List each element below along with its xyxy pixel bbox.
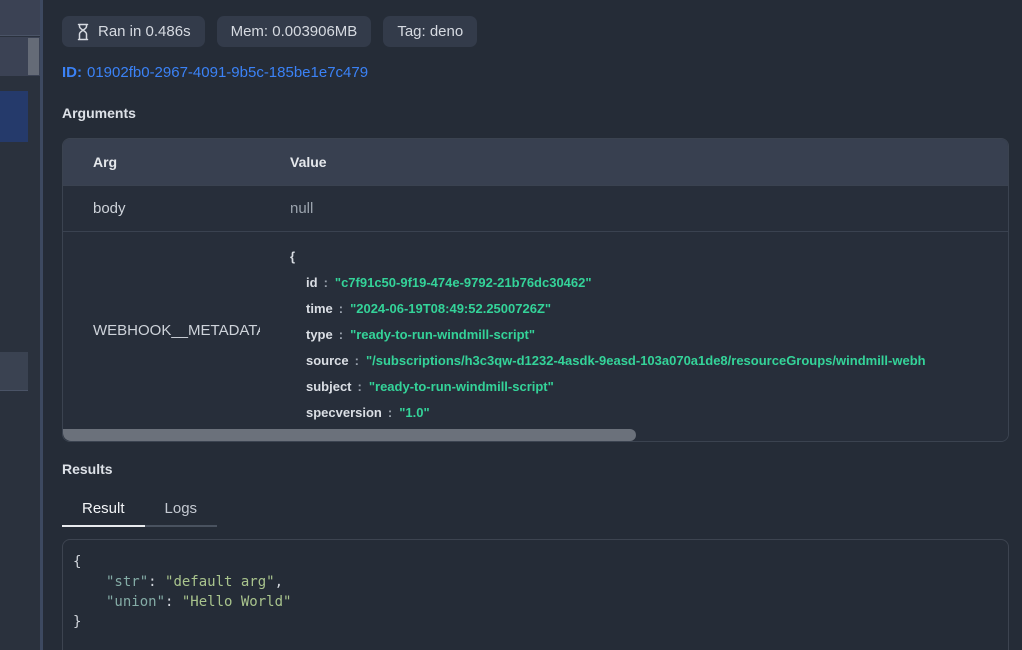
json-key: source <box>306 353 349 368</box>
background-scrollbar-thumb[interactable] <box>28 38 39 75</box>
json-colon: : <box>333 327 350 342</box>
brace-glyph: } <box>73 614 81 630</box>
result-entry-line: "union": "Hello World" <box>73 592 998 612</box>
results-section-title: Results <box>62 461 1009 477</box>
arg-name-body: body <box>63 186 260 231</box>
arguments-table: Arg Value body null WEBHOOK__METADATA__ … <box>62 138 1009 442</box>
json-entry-line: id:"c7f91c50-9f19-474e-9792-21b76dc30462… <box>290 270 1008 296</box>
result-json-comma: , <box>275 574 283 590</box>
tab-logs[interactable]: Logs <box>145 494 218 527</box>
table-scrollbar-thumb[interactable] <box>63 429 636 441</box>
webhook-metadata-json-viewer: {id:"c7f91c50-9f19-474e-9792-21b76dc3046… <box>260 232 1008 429</box>
stat-badge: Tag: deno <box>383 16 477 47</box>
json-key: specversion <box>306 405 382 420</box>
result-json-key: "str" <box>106 574 148 590</box>
json-key: id <box>306 275 318 290</box>
brace-glyph: { <box>290 249 295 264</box>
json-entry-line: type:"ready-to-run-windmill-script" <box>290 322 1008 348</box>
result-json-colon: : <box>165 594 182 610</box>
result-json-string: "default arg" <box>165 574 275 590</box>
json-colon: : <box>349 353 366 368</box>
result-open-brace: { <box>73 552 998 572</box>
job-id-value[interactable]: 01902fb0-2967-4091-9b5c-185be1e7c479 <box>87 64 368 81</box>
results-tabs: ResultLogs <box>62 494 1009 527</box>
table-horizontal-scrollbar[interactable] <box>63 429 1008 441</box>
badge-label: Ran in 0.486s <box>98 23 191 40</box>
json-string-value: "1.0" <box>399 405 429 420</box>
arg-value-null: null <box>260 186 1008 231</box>
result-close-brace: } <box>73 612 998 632</box>
json-string-value: "/subscriptions/h3c3qw-d1232-4asdk-9easd… <box>366 353 926 368</box>
badge-label: Tag: deno <box>397 23 463 40</box>
arguments-section-title: Arguments <box>62 105 1009 121</box>
json-entry-line: subject:"ready-to-run-windmill-script" <box>290 374 1008 400</box>
column-header-arg: Arg <box>63 139 260 185</box>
job-id-label: ID: <box>62 64 82 81</box>
hourglass-icon <box>76 23 90 41</box>
brace-glyph: { <box>73 554 81 570</box>
table-row-webhook-metadata: WEBHOOK__METADATA__ {id:"c7f91c50-9f19-4… <box>63 231 1008 429</box>
json-open-brace: { <box>290 244 1008 270</box>
json-key: subject <box>306 379 352 394</box>
result-json-string: "Hello World" <box>182 594 292 610</box>
result-json-colon: : <box>148 574 165 590</box>
json-string-value: "2024-06-19T08:49:52.2500726Z" <box>350 301 551 316</box>
json-key: type <box>306 327 333 342</box>
json-colon: : <box>352 379 369 394</box>
json-entry-line: source:"/subscriptions/h3c3qw-d1232-4asd… <box>290 348 1008 374</box>
background-toolbar-fragment <box>0 0 40 36</box>
column-header-value: Value <box>260 139 1008 185</box>
background-node-fragment <box>0 37 40 76</box>
json-entry-line: time:"2024-06-19T08:49:52.2500726Z" <box>290 296 1008 322</box>
json-colon: : <box>382 405 399 420</box>
background-node-fragment-lower[interactable] <box>0 352 28 391</box>
result-output-panel: {"str": "default arg","union": "Hello Wo… <box>62 539 1009 650</box>
job-id-row: ID: 01902fb0-2967-4091-9b5c-185be1e7c479 <box>62 64 1009 81</box>
tab-result[interactable]: Result <box>62 494 145 527</box>
arguments-table-header: Arg Value <box>63 139 1008 185</box>
json-key: time <box>306 301 333 316</box>
json-string-value: "c7f91c50-9f19-474e-9792-21b76dc30462" <box>335 275 592 290</box>
stat-badge: Mem: 0.003906MB <box>217 16 372 47</box>
json-colon: : <box>318 275 335 290</box>
json-colon: : <box>333 301 350 316</box>
arg-name-webhook-metadata: WEBHOOK__METADATA__ <box>63 232 260 429</box>
background-panel-strip <box>0 0 43 650</box>
job-run-detail-panel: Ran in 0.486s Mem: 0.003906MB Tag: deno ID… <box>43 0 1022 650</box>
table-row-body: body null <box>63 185 1008 231</box>
stat-badge: Ran in 0.486s <box>62 16 205 47</box>
json-string-value: "ready-to-run-windmill-script" <box>350 327 535 342</box>
json-entry-line: specversion:"1.0" <box>290 400 1008 426</box>
json-string-value: "ready-to-run-windmill-script" <box>369 379 554 394</box>
run-stat-badges: Ran in 0.486s Mem: 0.003906MB Tag: deno <box>62 16 1009 47</box>
result-entry-line: "str": "default arg", <box>73 572 998 592</box>
result-json-key: "union" <box>106 594 165 610</box>
background-selected-node-fragment[interactable] <box>0 91 28 142</box>
badge-label: Mem: 0.003906MB <box>231 23 358 40</box>
